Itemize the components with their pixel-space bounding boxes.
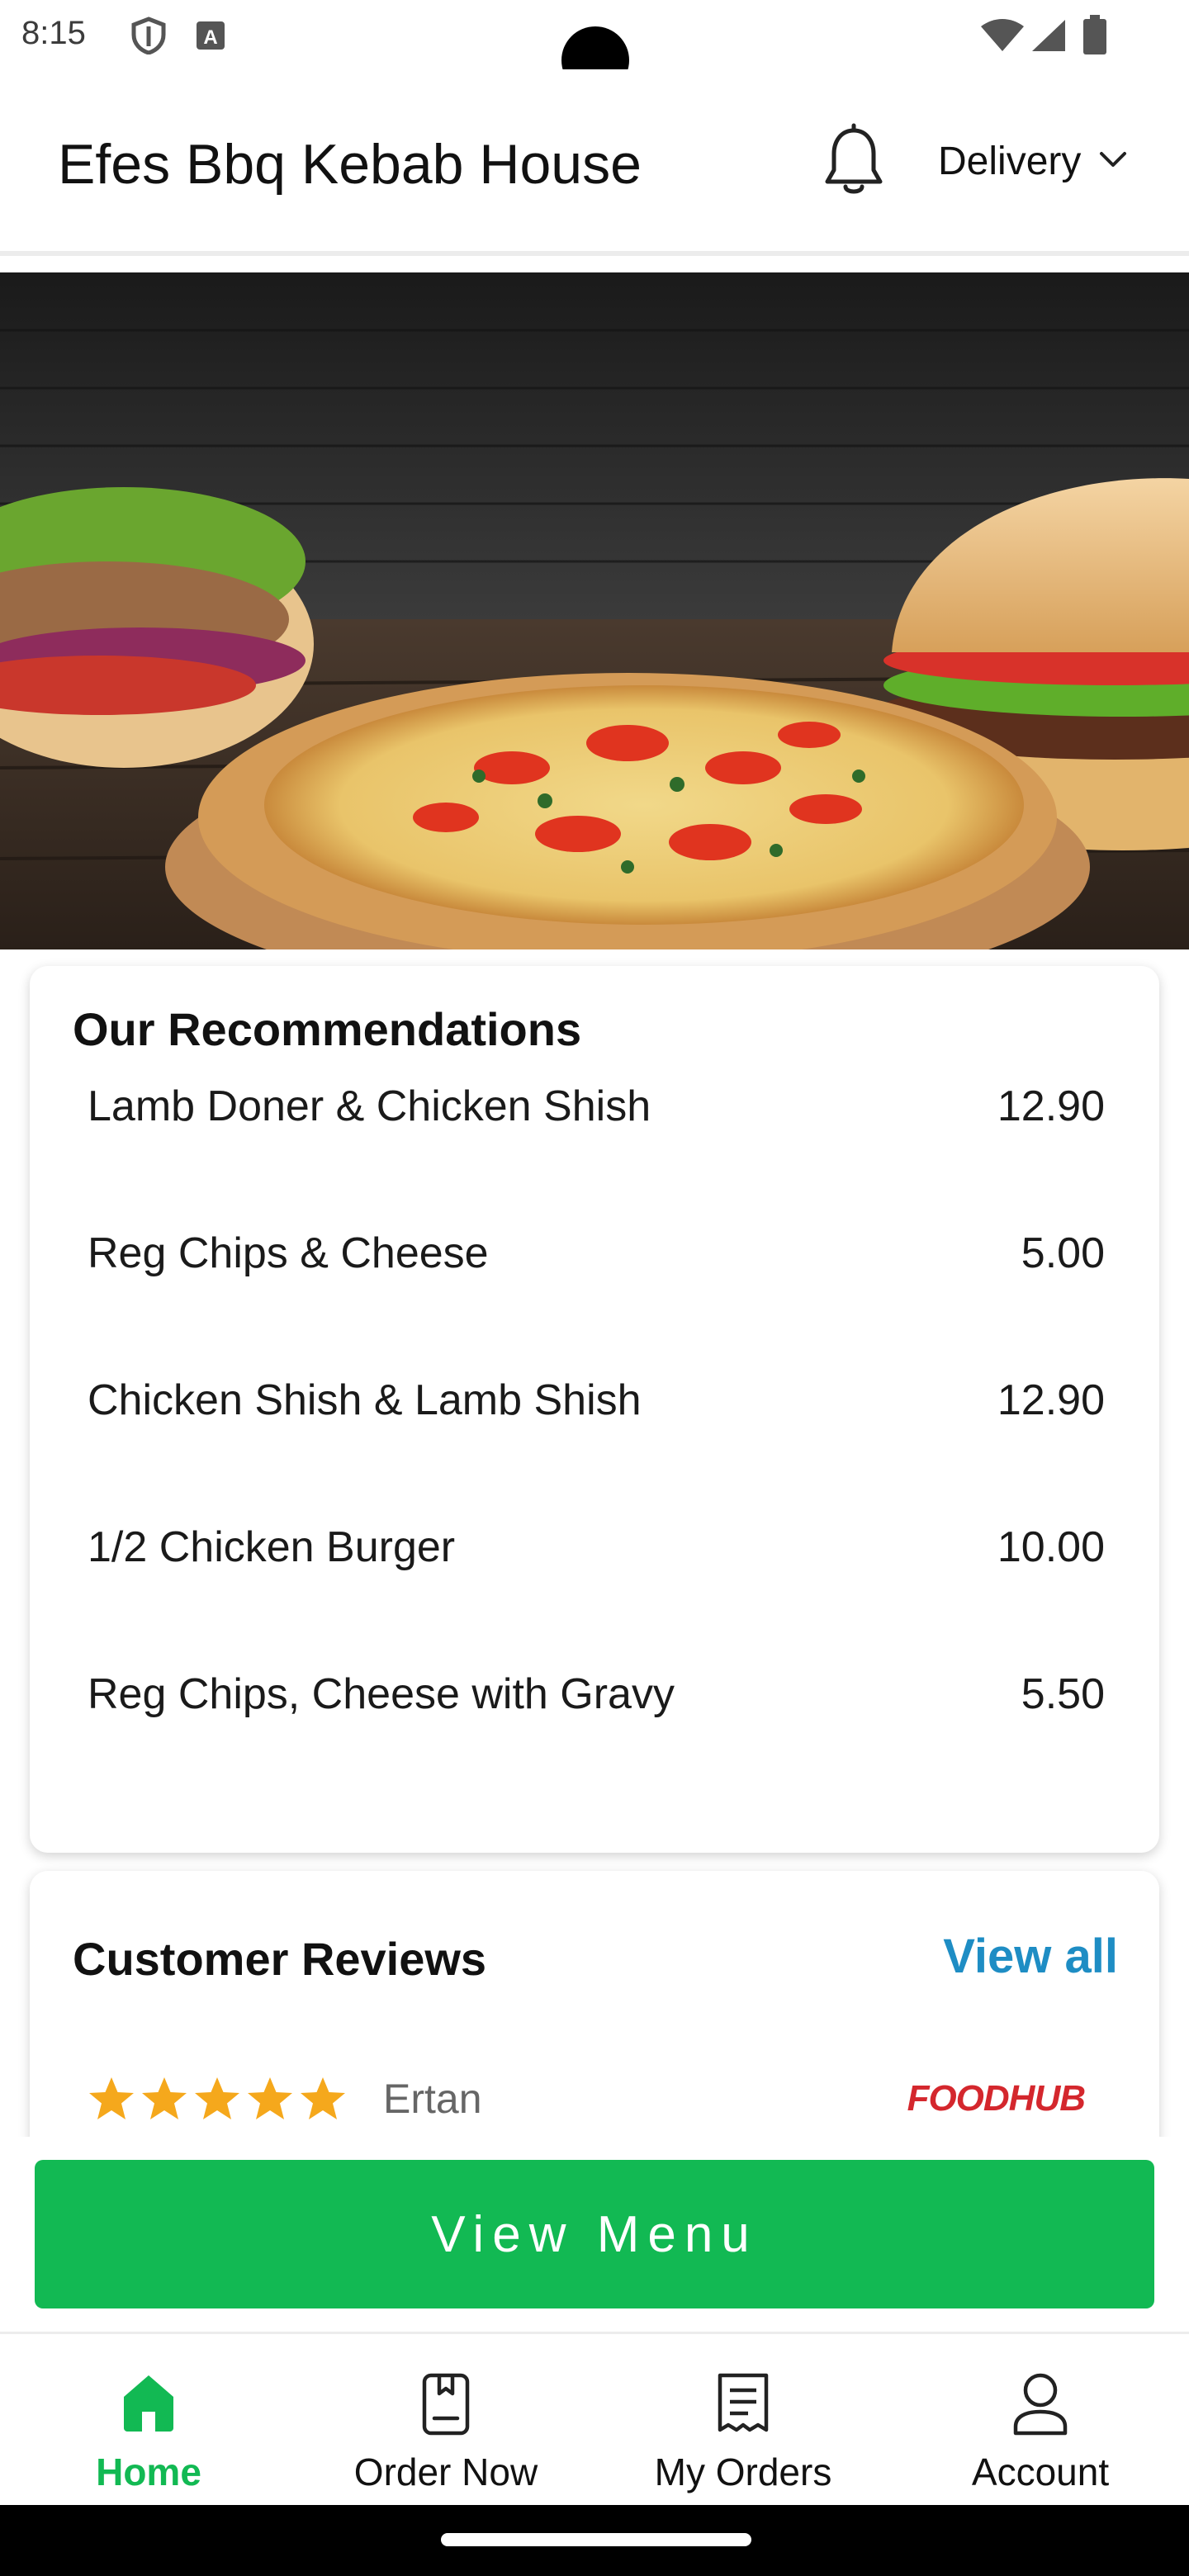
app-header: Efes Bbq Kebab House Delivery — [0, 69, 1189, 256]
item-name: Lamb Doner & Chicken Shish — [88, 1082, 651, 1130]
bottom-nav: Home Order Now My Orders Account — [0, 2332, 1189, 2505]
item-price: 5.00 — [1021, 1229, 1105, 1277]
item-name: Chicken Shish & Lamb Shish — [88, 1376, 642, 1424]
order-book-icon — [421, 2372, 471, 2441]
recommendation-item[interactable]: Lamb Doner & Chicken Shish 12.90 — [88, 1082, 1105, 1229]
star-rating — [88, 2076, 347, 2122]
star-icon — [301, 2077, 345, 2119]
wifi-icon — [979, 18, 1026, 57]
nav-home[interactable]: Home — [0, 2334, 297, 2507]
nav-order-now[interactable]: Order Now — [297, 2334, 594, 2507]
order-mode-dropdown[interactable]: Delivery — [938, 139, 1127, 184]
star-icon — [248, 2077, 292, 2119]
item-name: 1/2 Chicken Burger — [88, 1523, 456, 1571]
chevron-down-icon — [1099, 150, 1127, 173]
home-icon — [119, 2372, 178, 2437]
nav-label: Order Now — [353, 2451, 538, 2493]
item-price: 12.90 — [997, 1376, 1105, 1424]
recommendations-list: Lamb Doner & Chicken Shish 12.90 Reg Chi… — [88, 1082, 1105, 1816]
recommendations-title: Our Recommendations — [73, 1003, 582, 1055]
receipt-icon — [715, 2372, 771, 2439]
user-icon — [1012, 2372, 1068, 2441]
item-price: 12.90 — [997, 1082, 1105, 1130]
text-a-icon: A — [195, 20, 226, 55]
order-mode-label: Delivery — [938, 140, 1082, 183]
cta-area: View Menu — [0, 2137, 1189, 2332]
signal-icon — [1030, 18, 1067, 57]
review-item[interactable]: Ertan FOODHUB — [88, 2066, 1086, 2132]
nav-account[interactable]: Account — [892, 2334, 1189, 2507]
view-all-reviews-link[interactable]: View all — [943, 1929, 1118, 1984]
nav-my-orders[interactable]: My Orders — [594, 2334, 892, 2507]
item-name: Reg Chips, Cheese with Gravy — [88, 1670, 675, 1718]
reviews-title: Customer Reviews — [73, 1933, 487, 1985]
star-icon — [89, 2077, 134, 2119]
reviewer-name: Ertan — [383, 2076, 482, 2122]
review-source-logo: FOODHUB — [907, 2078, 1086, 2119]
item-price: 5.50 — [1021, 1670, 1105, 1718]
item-name: Reg Chips & Cheese — [88, 1229, 489, 1277]
nav-label: Home — [96, 2451, 201, 2493]
star-icon — [195, 2077, 239, 2119]
nav-label: My Orders — [654, 2451, 832, 2493]
status-time: 8:15 — [21, 15, 86, 51]
bell-icon[interactable] — [821, 122, 887, 198]
svg-text:A: A — [203, 26, 217, 49]
recommendation-item[interactable]: Chicken Shish & Lamb Shish 12.90 — [88, 1376, 1105, 1522]
recommendation-item[interactable]: 1/2 Chicken Burger 10.00 — [88, 1522, 1105, 1669]
hero-banner — [0, 272, 1189, 949]
recommendation-item[interactable]: Reg Chips, Cheese with Gravy 5.50 — [88, 1669, 1105, 1816]
system-gesture-bar — [0, 2505, 1189, 2576]
status-bar: 8:15 A — [0, 0, 1189, 94]
shield-icon — [130, 17, 167, 59]
item-price: 10.00 — [997, 1523, 1105, 1571]
star-icon — [142, 2077, 187, 2119]
recommendation-item[interactable]: Reg Chips & Cheese 5.00 — [88, 1229, 1105, 1376]
view-menu-button[interactable]: View Menu — [35, 2160, 1154, 2308]
home-gesture-handle[interactable] — [441, 2533, 751, 2546]
nav-label: Account — [971, 2451, 1110, 2493]
recommendations-card: Our Recommendations Lamb Doner & Chicken… — [30, 966, 1159, 1853]
battery-icon — [1083, 15, 1106, 59]
store-name: Efes Bbq Kebab House — [58, 133, 642, 196]
